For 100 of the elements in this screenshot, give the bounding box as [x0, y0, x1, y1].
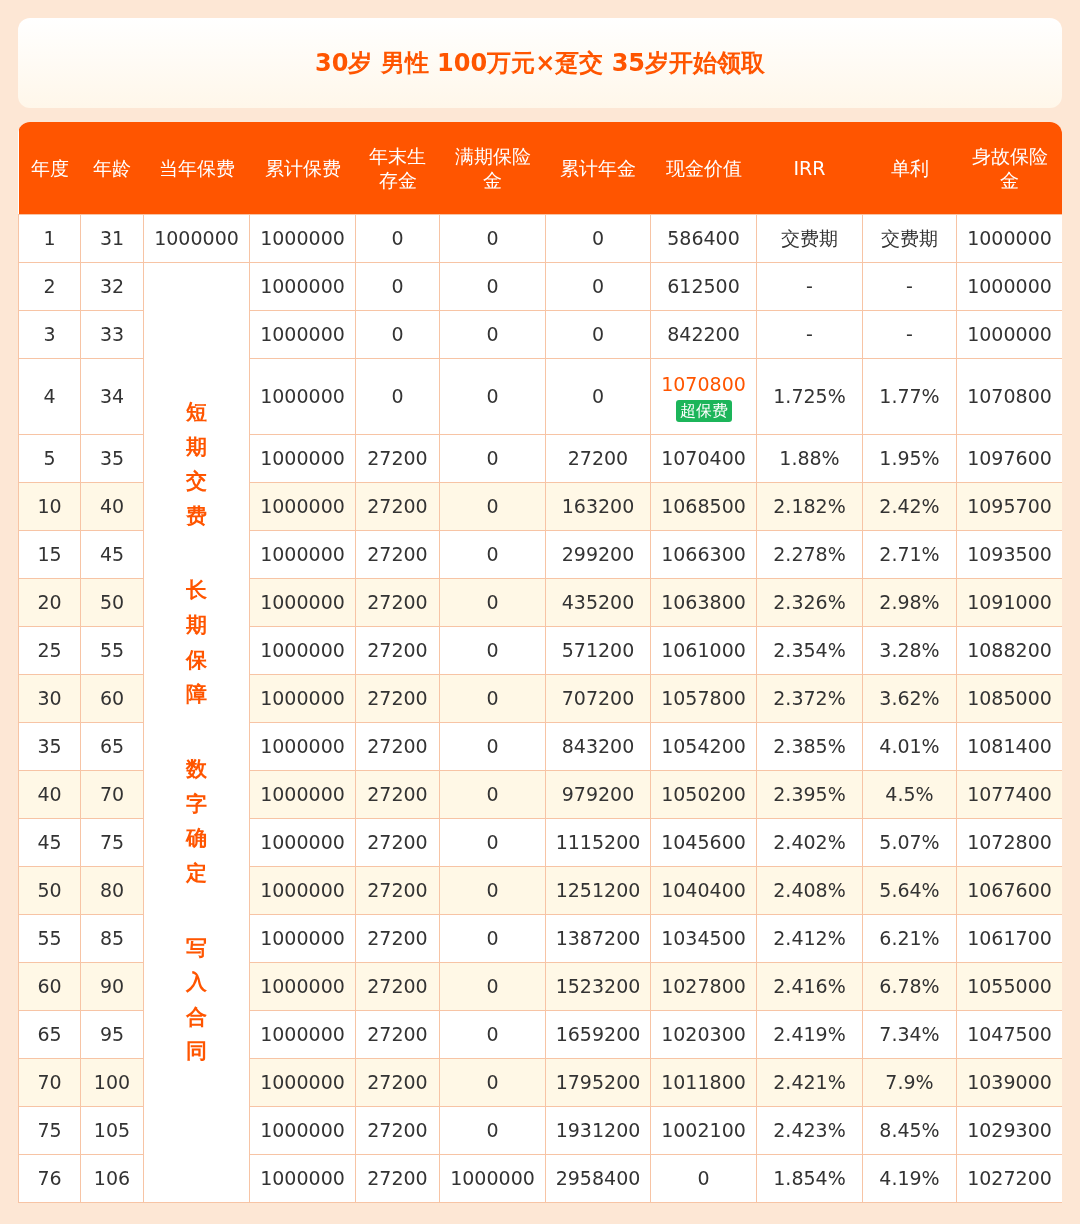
- table-cell: 1097600: [967, 446, 1052, 469]
- table-cell: 1000000: [260, 974, 345, 997]
- table-cell: 7.9%: [885, 1070, 934, 1093]
- table-cell: 1000000: [260, 1118, 345, 1141]
- table-cell: -: [806, 322, 813, 345]
- table-cell: 1011800: [661, 1070, 746, 1093]
- table-cell: 0: [591, 322, 605, 345]
- table-cell: 979200: [561, 782, 635, 805]
- table-cell: 50: [37, 878, 62, 901]
- table-cell: 6.78%: [879, 974, 940, 997]
- table-cell: 1055000: [967, 974, 1052, 997]
- table-cell: 1000000: [260, 878, 345, 901]
- table-cell: 1000000: [260, 226, 345, 249]
- table-cell: 27200: [367, 974, 428, 997]
- table-cell: 75: [37, 1118, 62, 1141]
- table-cell: 2.182%: [773, 494, 846, 517]
- table-cell: 1659200: [555, 1022, 641, 1045]
- tag: 超保费: [675, 400, 732, 423]
- table-cell: -: [906, 274, 913, 297]
- table-cell: 1.95%: [879, 446, 940, 469]
- table-cell: 27200: [367, 1166, 428, 1189]
- vertical-slogan: 写入合同: [186, 934, 207, 1066]
- table-cell: 2.402%: [773, 830, 846, 853]
- table-cell: 2.412%: [773, 926, 846, 949]
- table-cell: 1000000: [260, 1166, 345, 1189]
- table-cell: 0: [486, 1118, 499, 1141]
- table-cell: 1000000: [260, 638, 345, 661]
- table-cell: 27200: [367, 494, 428, 517]
- table-cell: 3.62%: [879, 686, 940, 709]
- vertical-slogan: 数字确定: [186, 756, 207, 887]
- table-cell: 0: [486, 878, 499, 901]
- table-cell: 10: [37, 494, 62, 517]
- table-cell: 27200: [367, 830, 428, 853]
- table-cell: 15: [37, 542, 62, 565]
- table-cell: 27200: [567, 446, 629, 469]
- table-cell: 1070400: [661, 446, 746, 469]
- table-cell: 40: [99, 494, 125, 517]
- table-cell: 100: [93, 1070, 131, 1093]
- table-cell: 1.725%: [773, 384, 846, 407]
- table-cell: 0: [486, 638, 499, 661]
- table-cell: 20: [37, 590, 62, 613]
- table-cell: 0: [697, 1166, 710, 1189]
- table-cell: 1034500: [661, 926, 746, 949]
- table-cell: 1002100: [661, 1118, 746, 1141]
- column-header: 年末生存金: [355, 122, 440, 214]
- table-cell: 25: [37, 638, 62, 661]
- table-cell: 1.77%: [879, 384, 940, 407]
- table-cell: 1000000: [260, 494, 345, 517]
- table-cell: 0: [486, 542, 499, 565]
- table-cell: 1000000: [260, 274, 345, 297]
- table-cell: 1000000: [260, 1070, 345, 1093]
- table-cell: 2.408%: [773, 878, 846, 901]
- table-cell: 106: [93, 1166, 131, 1189]
- table-cell: 45: [99, 542, 125, 565]
- table-cell: 34: [99, 384, 125, 407]
- table-cell: 1063800: [661, 590, 746, 613]
- table-cell: 2.354%: [773, 638, 846, 661]
- table-cell: 0: [486, 974, 499, 997]
- table-cell: 105: [93, 1118, 131, 1141]
- column-header: 年度: [18, 122, 81, 214]
- table-cell: 27200: [367, 542, 428, 565]
- table-cell: 707200: [561, 686, 635, 709]
- table-cell: 27200: [367, 590, 428, 613]
- table-cell: 27200: [367, 782, 428, 805]
- table-cell: 0: [391, 274, 404, 297]
- table-cell: 0: [486, 830, 499, 853]
- table-cell: 90: [99, 974, 125, 997]
- table-cell: 0: [391, 384, 404, 407]
- table-cell: 843200: [561, 734, 635, 757]
- column-header: 身故保险金: [956, 122, 1062, 214]
- table-cell: 35: [99, 446, 125, 469]
- table-cell: 1039000: [967, 1070, 1052, 1093]
- table-cell: 0: [391, 322, 404, 345]
- table-cell: 1931200: [555, 1118, 641, 1141]
- table-cell: 2.419%: [773, 1022, 846, 1045]
- table-cell: 1057800: [661, 686, 746, 709]
- table-cell: 1040400: [661, 878, 746, 901]
- table-cell: 1000000: [260, 446, 345, 469]
- column-header: 累计年金: [545, 122, 651, 214]
- table-cell: 65: [37, 1022, 62, 1045]
- table-cell: 1088200: [967, 638, 1052, 661]
- table-cell: 85: [99, 926, 125, 949]
- page-title: 30岁 男性 100万元×趸交 35岁开始领取: [314, 48, 766, 79]
- table-cell: 50: [99, 590, 125, 613]
- table-cell: 80: [99, 878, 125, 901]
- table-cell: 0: [486, 734, 499, 757]
- table-cell: 27200: [367, 686, 428, 709]
- table-cell: 1251200: [555, 878, 641, 901]
- table-cell: 32: [99, 274, 125, 297]
- table-cell: 1000000: [260, 686, 345, 709]
- table-cell: 0: [486, 590, 499, 613]
- table-cell: 1000000: [260, 830, 345, 853]
- table-cell: 842200: [667, 322, 740, 345]
- column-header: 满期保险金: [439, 122, 546, 214]
- table-cell: 299200: [561, 542, 635, 565]
- table-cell: 1027800: [661, 974, 746, 997]
- table-cell: 33: [99, 322, 125, 345]
- table-cell: 0: [591, 274, 605, 297]
- table-cell: 2.278%: [773, 542, 846, 565]
- table-cell: 1.854%: [773, 1166, 846, 1189]
